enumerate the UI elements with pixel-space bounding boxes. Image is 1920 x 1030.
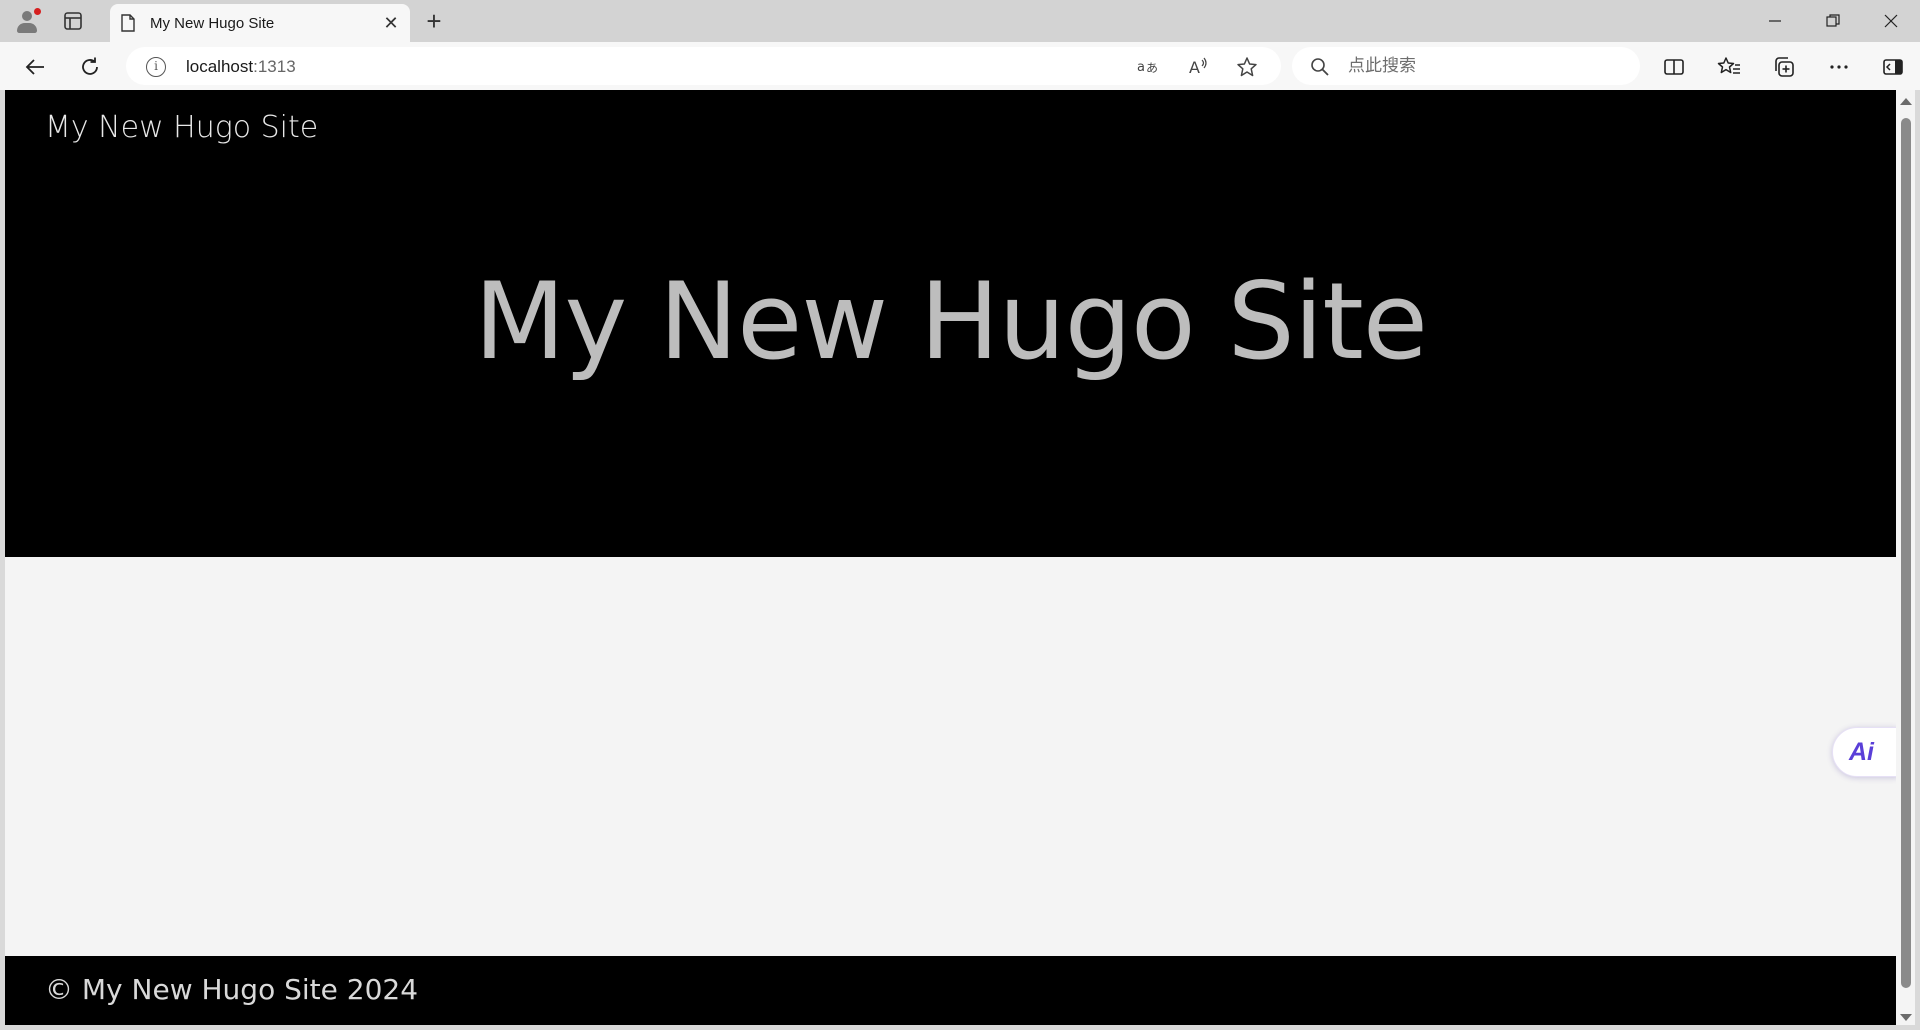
- split-screen-icon[interactable]: [1659, 52, 1689, 82]
- active-tab[interactable]: My New Hugo Site ✕: [110, 4, 410, 42]
- svg-text:あ: あ: [1146, 61, 1158, 75]
- svg-text:a: a: [1137, 60, 1145, 75]
- ai-assistant-button[interactable]: Ai: [1832, 727, 1898, 777]
- sidebar-icon[interactable]: [1878, 52, 1908, 82]
- collections-icon[interactable]: [1769, 52, 1799, 82]
- page-scrollbar[interactable]: [1896, 90, 1915, 1025]
- minimize-button[interactable]: [1752, 6, 1798, 36]
- scroll-down-icon[interactable]: [1900, 1014, 1912, 1021]
- close-tab-icon[interactable]: ✕: [380, 12, 402, 34]
- ai-label: Ai: [1849, 737, 1874, 766]
- footer-copyright: © My New Hugo Site 2024: [45, 973, 419, 1006]
- tab-title: My New Hugo Site: [150, 15, 275, 32]
- star-icon[interactable]: [1236, 56, 1258, 78]
- hero-title: My New Hugo Site: [473, 260, 1428, 383]
- site-footer: © My New Hugo Site 2024: [5, 956, 1896, 1025]
- address-bar[interactable]: i localhost:1313 aあ A: [126, 47, 1281, 85]
- favorites-icon[interactable]: [1714, 52, 1744, 82]
- refresh-icon[interactable]: [75, 52, 105, 82]
- browser-toolbar: i localhost:1313 aあ A: [0, 42, 1920, 90]
- url-text[interactable]: localhost:1313: [186, 57, 296, 77]
- url-host: localhost: [186, 57, 254, 76]
- tab-strip: My New Hugo Site ✕ +: [0, 0, 1920, 42]
- new-tab-button[interactable]: +: [420, 8, 448, 36]
- profile-icon[interactable]: [12, 6, 42, 36]
- more-icon[interactable]: [1824, 52, 1854, 82]
- close-window-button[interactable]: [1868, 6, 1914, 36]
- notification-dot: [34, 8, 41, 15]
- translate-icon[interactable]: aあ: [1136, 56, 1158, 78]
- site-info-icon[interactable]: i: [146, 57, 166, 77]
- svg-text:A: A: [1189, 58, 1200, 77]
- read-aloud-icon[interactable]: A: [1187, 56, 1209, 78]
- scrollbar-thumb[interactable]: [1901, 118, 1911, 988]
- scroll-up-icon[interactable]: [1900, 98, 1912, 105]
- url-port: :1313: [253, 57, 296, 76]
- tab-actions-icon[interactable]: [62, 10, 84, 32]
- site-logo-link[interactable]: My New Hugo Site: [45, 110, 318, 145]
- search-icon: [1310, 57, 1330, 82]
- page-icon: [120, 14, 136, 37]
- search-box[interactable]: [1292, 47, 1640, 85]
- back-arrow-icon[interactable]: [20, 52, 50, 82]
- site-header: My New Hugo Site My New Hugo Site: [5, 90, 1896, 557]
- search-input[interactable]: [1348, 55, 1618, 77]
- page-viewport: My New Hugo Site My New Hugo Site © My N…: [5, 90, 1896, 1025]
- restore-button[interactable]: [1810, 6, 1856, 36]
